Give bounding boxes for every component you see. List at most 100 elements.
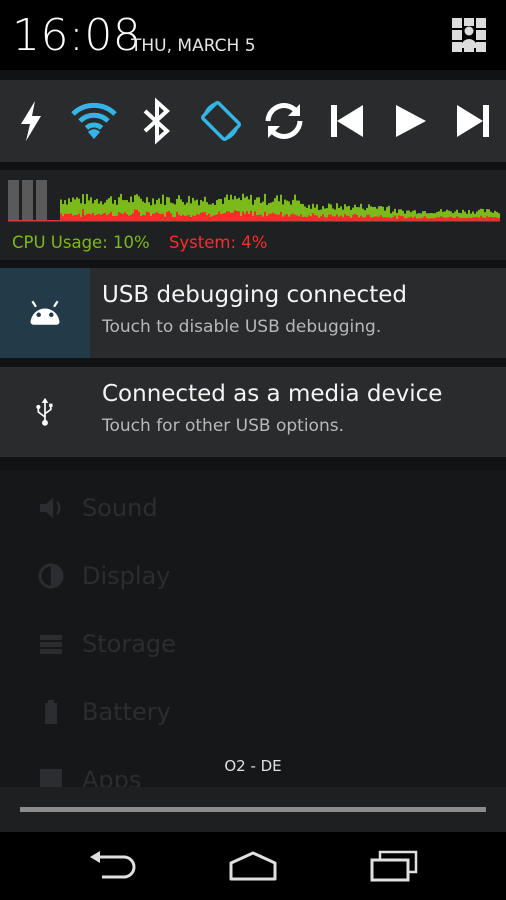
cpu-system-sample	[348, 216, 350, 220]
wifi-toggle[interactable]	[69, 96, 119, 146]
cpu-system-sample	[198, 214, 200, 220]
cpu-usage-label: CPU Usage: 10%	[12, 233, 150, 252]
cpu-system-sample	[418, 218, 420, 220]
cpu-system-sample	[446, 217, 448, 220]
cpu-system-sample	[156, 212, 158, 220]
cpu-system-sample	[290, 214, 292, 220]
cpu-system-sample	[410, 216, 412, 220]
cpu-system-sample	[116, 215, 118, 220]
cpu-system-sample	[248, 213, 250, 220]
cpu-system-sample	[334, 216, 336, 220]
bluetooth-toggle[interactable]	[132, 96, 182, 146]
wifi-icon	[71, 102, 117, 139]
cpu-system-sample	[400, 216, 402, 220]
cpu-system-sample	[302, 217, 304, 220]
sync-icon	[265, 103, 303, 139]
cpu-system-sample	[158, 213, 160, 220]
bg-item-label: Display	[82, 562, 171, 590]
cpu-system-sample	[176, 211, 178, 220]
cpu-system-sample	[122, 213, 124, 220]
cpu-core-bar	[22, 180, 33, 220]
cpu-system-sample	[468, 217, 470, 220]
cpu-system-sample	[456, 216, 458, 220]
shade-drag-handle[interactable]	[20, 807, 486, 812]
cpu-system-sample	[382, 217, 384, 220]
cpu-system-sample	[238, 211, 240, 220]
cpu-system-sample	[476, 216, 478, 220]
media-next-button[interactable]	[448, 96, 498, 146]
cpu-system-sample	[150, 216, 152, 220]
auto-rotate-toggle[interactable]	[196, 96, 246, 146]
cpu-system-sample	[178, 214, 180, 220]
cpu-system-sample	[112, 216, 114, 220]
cpu-system-sample	[422, 217, 424, 220]
cpu-system-sample	[186, 215, 188, 220]
cpu-system-sample	[270, 213, 272, 220]
cpu-system-sample	[482, 217, 484, 220]
cpu-system-sample	[60, 213, 62, 220]
cpu-system-sample	[402, 216, 404, 220]
cpu-system-sample	[454, 218, 456, 220]
cpu-system-sample	[398, 215, 400, 220]
flashlight-toggle[interactable]	[6, 96, 56, 146]
cpu-system-sample	[134, 209, 136, 220]
cpu-system-sample	[338, 216, 340, 220]
back-icon	[90, 851, 136, 879]
cpu-system-sample	[460, 218, 462, 220]
cpu-system-sample	[384, 217, 386, 220]
cpu-system-sample	[406, 218, 408, 220]
cpu-system-sample	[272, 212, 274, 220]
cpu-system-sample	[222, 213, 224, 220]
cpu-system-sample	[100, 214, 102, 220]
bluetooth-icon	[143, 97, 170, 145]
cpu-system-sample	[254, 211, 256, 220]
cpu-system-sample	[364, 217, 366, 220]
home-button[interactable]	[221, 848, 285, 884]
sync-toggle[interactable]	[259, 96, 309, 146]
notification-subtitle: Touch for other USB options.	[102, 416, 344, 436]
back-button[interactable]	[82, 848, 146, 884]
bg-item-storage: Storage	[0, 624, 506, 664]
bg-item-label: Sound	[82, 494, 158, 522]
cpu-system-sample	[262, 216, 264, 220]
recents-button[interactable]	[362, 848, 426, 884]
quick-settings-icon[interactable]	[450, 16, 488, 54]
media-next-icon	[457, 105, 489, 137]
cpu-system-sample	[218, 211, 220, 220]
notification-usb-debugging[interactable]: USB debugging connected Touch to disable…	[0, 268, 506, 358]
cpu-system-sample	[234, 210, 236, 220]
cpu-system-sample	[340, 215, 342, 220]
cpu-system-sample	[292, 213, 294, 220]
cpu-system-sample	[84, 215, 86, 220]
cpu-system-sample	[94, 215, 96, 220]
cpu-system-sample	[128, 215, 130, 220]
cpu-system-sample	[64, 213, 66, 220]
cpu-core-bar	[36, 180, 47, 220]
cpu-system-sample	[196, 214, 198, 220]
cpu-system-sample	[206, 215, 208, 220]
cpu-system-sample	[370, 217, 372, 220]
cpu-system-sample	[294, 214, 296, 220]
cpu-system-sample	[182, 214, 184, 220]
cpu-system-sample	[108, 213, 110, 220]
cpu-system-sample	[404, 218, 406, 220]
cpu-system-sample	[170, 213, 172, 220]
media-play-button[interactable]	[385, 96, 435, 146]
notification-media-device[interactable]: Connected as a media device Touch for ot…	[0, 367, 506, 457]
cpu-system-sample	[66, 213, 68, 220]
cpu-system-sample	[260, 214, 262, 220]
cpu-system-sample	[76, 215, 78, 220]
cpu-system-sample	[320, 216, 322, 220]
shade-drag-handle-area[interactable]	[0, 787, 506, 832]
media-play-icon	[396, 105, 426, 137]
cpu-system-sample	[278, 214, 280, 220]
media-previous-button[interactable]	[322, 96, 372, 146]
cpu-system-sample	[484, 217, 486, 220]
cpu-system-sample	[344, 214, 346, 220]
cpu-system-sample	[240, 216, 242, 220]
cpu-system-sample	[180, 216, 182, 220]
cpu-system-sample	[490, 216, 492, 220]
cpu-system-sample	[378, 216, 380, 220]
cpu-system-sample	[72, 215, 74, 220]
display-icon	[36, 561, 66, 591]
